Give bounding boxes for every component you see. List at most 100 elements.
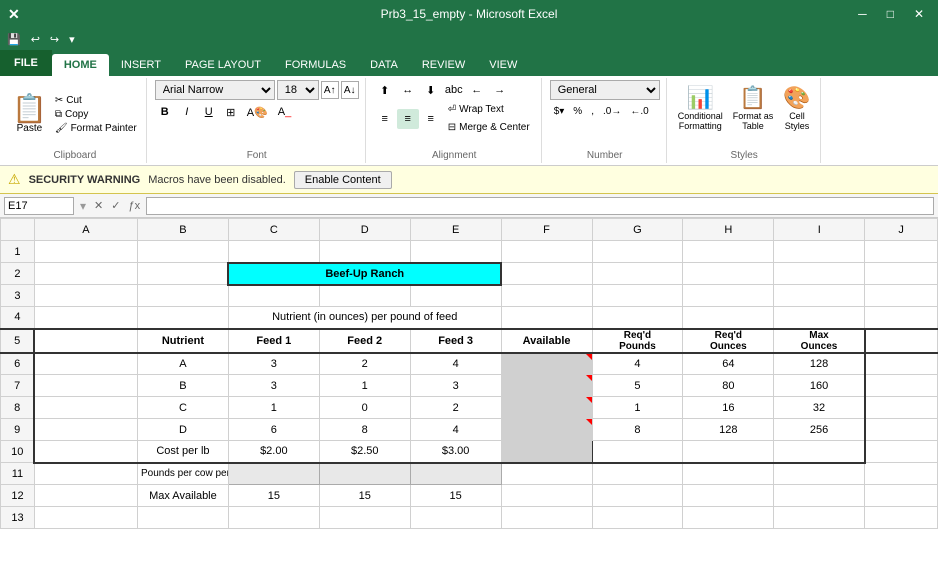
align-right-button[interactable]: ≡ (420, 109, 442, 129)
cell-c13[interactable] (228, 507, 319, 529)
currency-button[interactable]: $▾ (550, 101, 569, 121)
cell-h10[interactable] (683, 441, 774, 463)
cell-h5[interactable]: Req'dOunces (683, 329, 774, 353)
align-top-button[interactable]: ⬆ (374, 80, 396, 100)
cell-j4[interactable] (865, 307, 938, 329)
cell-b8[interactable]: C (137, 397, 228, 419)
indent-decrease-button[interactable]: ← (466, 80, 488, 100)
cell-e6[interactable]: 4 (410, 353, 501, 375)
tab-insert[interactable]: INSERT (109, 54, 173, 76)
cell-b4[interactable] (137, 307, 228, 329)
cell-e5[interactable]: Feed 3 (410, 329, 501, 353)
close-icon[interactable]: ✕ (908, 7, 930, 21)
col-header-i[interactable]: I (774, 219, 865, 241)
cell-e11[interactable] (410, 463, 501, 485)
cell-g11[interactable] (592, 463, 683, 485)
save-icon[interactable]: 💾 (4, 32, 24, 47)
cell-d10[interactable]: $2.50 (319, 441, 410, 463)
format-as-table-button[interactable]: 📋 Format asTable (730, 82, 777, 134)
font-color-button[interactable]: A_ (274, 102, 295, 122)
cell-j9[interactable] (865, 419, 938, 441)
maximize-icon[interactable]: □ (881, 7, 900, 21)
cell-d6[interactable]: 2 (319, 353, 410, 375)
cell-b10[interactable]: Cost per lb (137, 441, 228, 463)
cell-a10[interactable] (34, 441, 137, 463)
cell-d9[interactable]: 8 (319, 419, 410, 441)
col-header-b[interactable]: B (137, 219, 228, 241)
cell-a13[interactable] (34, 507, 137, 529)
col-header-a[interactable]: A (34, 219, 137, 241)
number-format-select[interactable]: General (550, 80, 660, 100)
bold-button[interactable]: B (155, 102, 175, 122)
cell-i10[interactable] (774, 441, 865, 463)
cell-c3[interactable] (228, 285, 319, 307)
cell-f8[interactable] (501, 397, 592, 419)
col-header-g[interactable]: G (592, 219, 683, 241)
cell-f5[interactable]: Available (501, 329, 592, 353)
cell-g10[interactable] (592, 441, 683, 463)
cell-j10[interactable] (865, 441, 938, 463)
cell-e9[interactable]: 4 (410, 419, 501, 441)
cell-b9[interactable]: D (137, 419, 228, 441)
cell-cde4[interactable]: Nutrient (in ounces) per pound of feed (228, 307, 501, 329)
cell-a12[interactable] (34, 485, 137, 507)
cell-g12[interactable] (592, 485, 683, 507)
cell-h9[interactable]: 128 (683, 419, 774, 441)
cell-j12[interactable] (865, 485, 938, 507)
cell-i3[interactable] (774, 285, 865, 307)
cell-b1[interactable] (137, 241, 228, 263)
cell-f12[interactable] (501, 485, 592, 507)
cell-e8[interactable]: 2 (410, 397, 501, 419)
copy-button[interactable]: ⧉ Copy (52, 108, 140, 121)
cell-f3[interactable] (501, 285, 592, 307)
undo-icon[interactable]: ↩ (28, 32, 43, 47)
align-center-button[interactable]: ≡ (397, 109, 419, 129)
cell-c6[interactable]: 3 (228, 353, 319, 375)
cell-cde2[interactable]: Beef-Up Ranch (228, 263, 501, 285)
cell-j5[interactable] (865, 329, 938, 353)
decrease-decimal-button[interactable]: ←.0 (626, 101, 652, 121)
percent-button[interactable]: % (569, 101, 586, 121)
cell-e7[interactable]: 3 (410, 375, 501, 397)
cell-d5[interactable]: Feed 2 (319, 329, 410, 353)
cell-a8[interactable] (34, 397, 137, 419)
cell-i8[interactable]: 32 (774, 397, 865, 419)
cell-a11[interactable] (34, 463, 137, 485)
cell-j1[interactable] (865, 241, 938, 263)
cell-d3[interactable] (319, 285, 410, 307)
cell-f6[interactable] (501, 353, 592, 375)
cell-a4[interactable] (34, 307, 137, 329)
cell-g5[interactable]: Req'dPounds (592, 329, 683, 353)
cell-j3[interactable] (865, 285, 938, 307)
cell-e10[interactable]: $3.00 (410, 441, 501, 463)
cell-f13[interactable] (501, 507, 592, 529)
cell-e3[interactable] (410, 285, 501, 307)
cut-button[interactable]: ✂ Cut (52, 94, 140, 107)
cell-d1[interactable] (319, 241, 410, 263)
cell-b11[interactable]: Pounds per cow per mo (137, 463, 228, 485)
cell-b12[interactable]: Max Available (137, 485, 228, 507)
cell-c12[interactable]: 15 (228, 485, 319, 507)
cell-h12[interactable] (683, 485, 774, 507)
cell-d11[interactable] (319, 463, 410, 485)
cell-h13[interactable] (683, 507, 774, 529)
cell-f10[interactable] (501, 441, 592, 463)
cell-a1[interactable] (34, 241, 137, 263)
cell-f1[interactable] (501, 241, 592, 263)
col-header-j[interactable]: J (865, 219, 938, 241)
tab-data[interactable]: DATA (358, 54, 410, 76)
cell-a9[interactable] (34, 419, 137, 441)
cell-c11[interactable] (228, 463, 319, 485)
cell-g4[interactable] (592, 307, 683, 329)
cell-g2[interactable] (592, 263, 683, 285)
cell-reference-box[interactable] (4, 197, 74, 215)
cell-i7[interactable]: 160 (774, 375, 865, 397)
font-family-select[interactable]: Arial Narrow (155, 80, 275, 100)
cell-f11[interactable] (501, 463, 592, 485)
align-middle-button[interactable]: ↔ (397, 80, 419, 100)
col-header-e[interactable]: E (410, 219, 501, 241)
cell-f4[interactable] (501, 307, 592, 329)
cell-i5[interactable]: MaxOunces (774, 329, 865, 353)
cell-d8[interactable]: 0 (319, 397, 410, 419)
paste-button[interactable]: 📋 Paste (10, 93, 49, 136)
